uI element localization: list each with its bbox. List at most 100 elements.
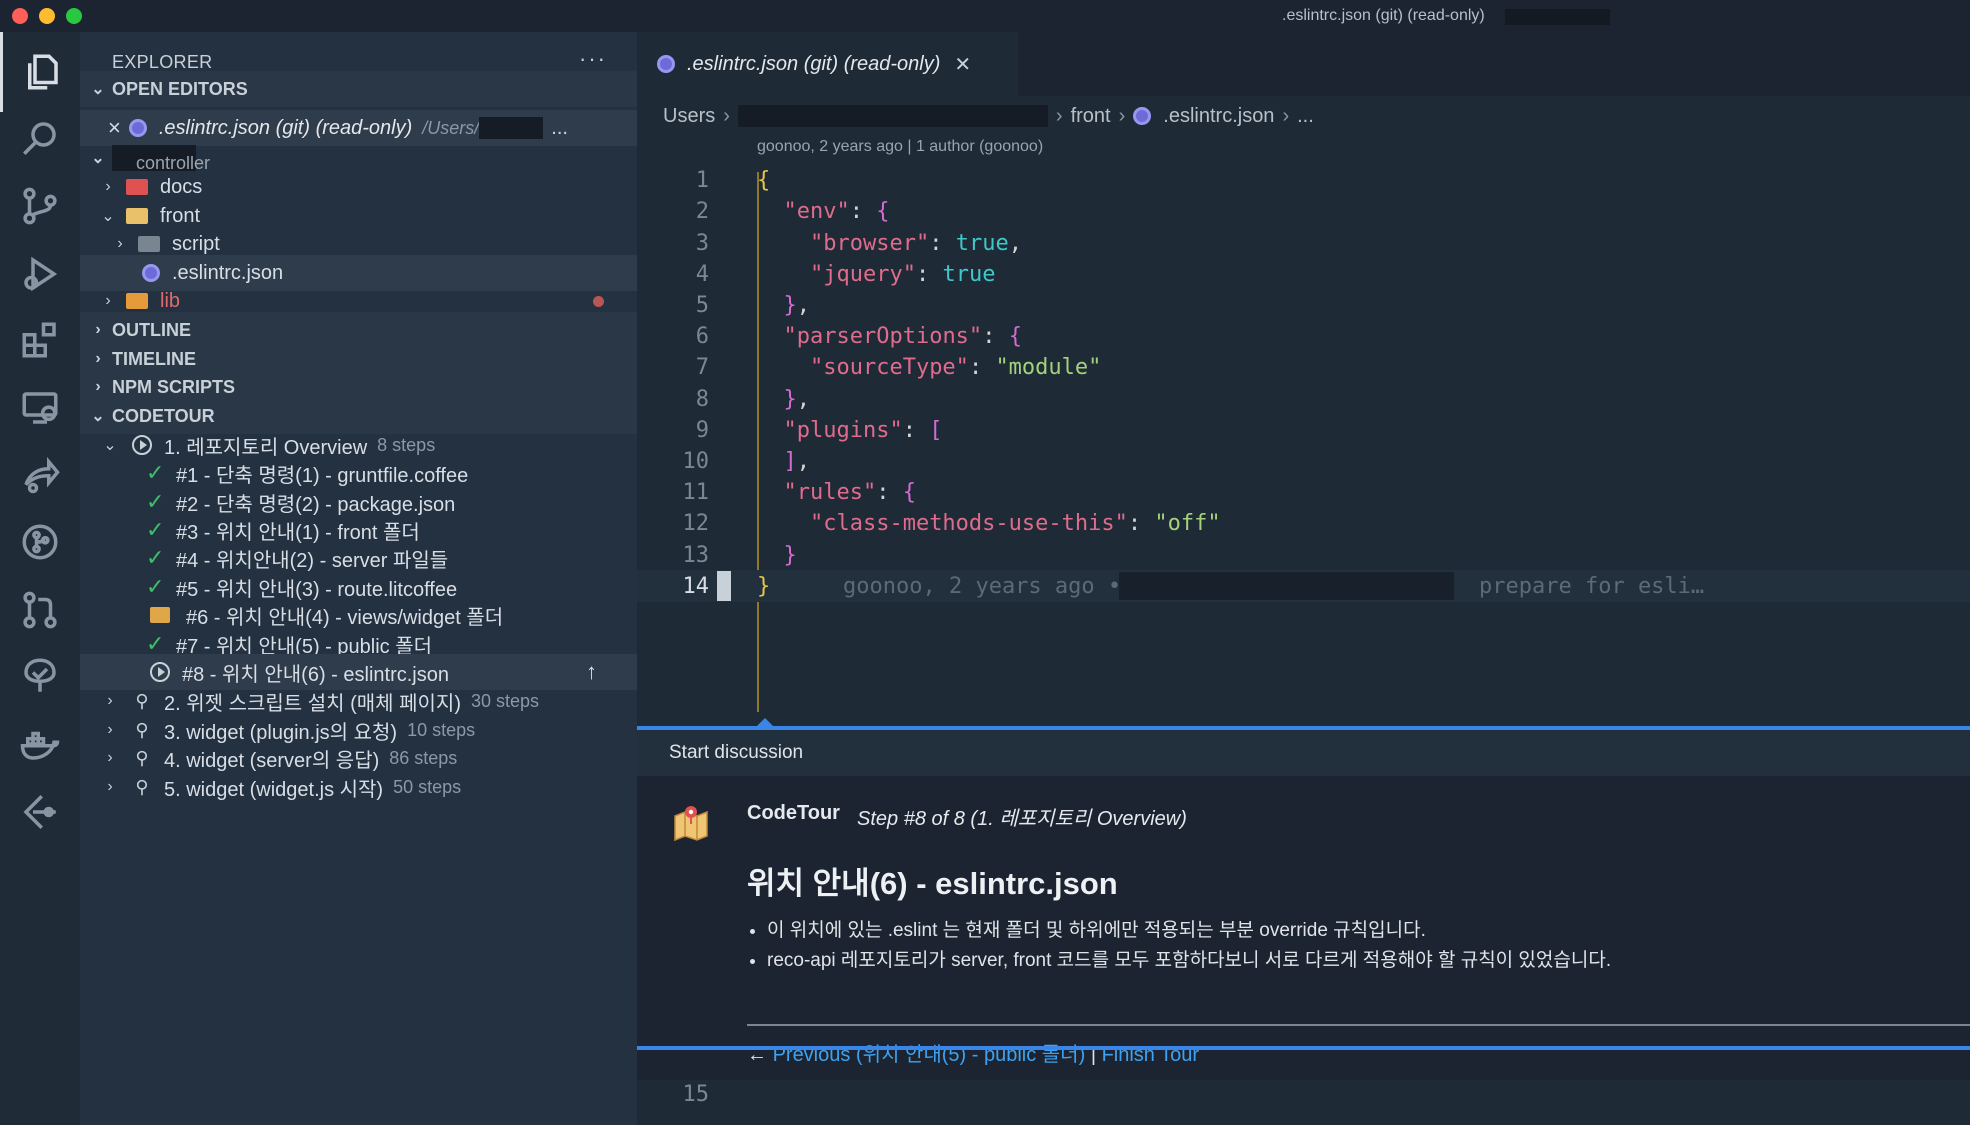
map-pin-icon: ⚲ [135,747,149,768]
breadcrumb-tail[interactable]: ... [1297,105,1314,128]
redacted-block [479,117,544,139]
open-editor-name: .eslintrc.json (git) (read-only) [158,116,413,139]
description-item: reco-api 레포지토리가 server, front 코드를 모두 포함하… [767,946,1611,976]
chevron-down-icon: ⌄ [91,81,105,98]
chevron-right-icon: › [95,350,101,367]
chevron-right-icon: › [1282,104,1290,127]
checkmark-icon: ✓ [146,460,165,485]
divider [747,1024,1970,1026]
code-line: 7 "sourceType": "module" [695,354,1102,380]
code-line: 13 } [682,542,797,568]
folder-lib-icon [126,293,148,309]
more-actions-button[interactable]: ··· [579,46,607,72]
sidebar-title: EXPLORER [112,52,213,72]
minimize-window-button[interactable] [39,8,55,24]
close-window-button[interactable] [12,8,28,24]
close-icon[interactable]: ✕ [954,52,971,77]
chevron-right-icon: › [105,292,111,309]
code-line: 5 }, [695,292,810,318]
chevron-right-icon: › [95,378,101,395]
arrow-up-icon[interactable]: ↑ [586,659,597,685]
chevron-right-icon: › [95,321,101,338]
codetour-map-icon [674,806,708,842]
code-line: 11 "rules": { [682,479,916,505]
chevron-down-icon: ⌄ [101,208,115,225]
map-pin-icon: ⚲ [135,719,149,740]
checkmark-icon: ✓ [146,545,165,570]
chevron-down-icon: ⌄ [103,437,117,454]
code-line: 6 "parserOptions": { [695,323,1022,349]
breadcrumb-file[interactable]: .eslintrc.json [1163,105,1274,128]
codetour-description: 이 위치에 있는 .eslint 는 현재 폴더 및 하위에만 적용되는 부분 … [767,916,1611,976]
eslint-icon [128,119,147,137]
folder-icon [150,607,170,623]
redacted-block [1119,572,1454,600]
redacted-block [737,105,1048,127]
code-line: 1{ [695,167,771,193]
codelens-blame[interactable]: goonoo, 2 years ago | 1 author (goonoo) [757,138,1043,156]
zoom-window-button[interactable] [66,8,82,24]
eslint-icon [1133,107,1152,125]
close-icon[interactable]: × [108,115,121,141]
peek-arrow [757,718,773,726]
code-line: 3 "browser": true, [695,230,1022,256]
editor-area: .eslintrc.json (git) (read-only) ✕ Users… [637,32,1970,1125]
open-editor-overflow: ... [551,116,568,139]
code-line: 10 ], [682,448,811,474]
code-line: 12 "class-methods-use-this": "off" [682,510,1221,536]
section-label: OPEN EDITORS [112,78,248,99]
breadcrumb-front[interactable]: front [1071,105,1111,128]
activity-bar [0,32,80,1125]
redacted-block [1505,9,1610,25]
editor-tab[interactable]: .eslintrc.json (git) (read-only) ✕ [637,32,1018,96]
chevron-right-icon: › [105,178,111,195]
description-item: 이 위치에 있는 .eslint 는 현재 폴더 및 하위에만 적용되는 부분 … [767,916,1611,946]
code-line: 2 "env": { [695,198,890,224]
gitlens-icon[interactable] [0,772,80,852]
window-title: .eslintrc.json (git) (read-only) [1282,7,1485,24]
folder-script-icon [138,236,160,252]
tab-bar: .eslintrc.json (git) (read-only) ✕ [637,32,1970,96]
inline-blame-suffix: prepare for esli… [1479,573,1705,599]
codetour-title: 위치 안내(6) - eslintrc.json [747,866,1118,901]
chevron-down-icon: ⌄ [91,408,105,425]
chevron-right-icon: › [117,235,123,252]
sidebar: EXPLORER ··· ⌄ OPEN EDITORS × .eslintrc.… [80,32,637,1125]
chevron-right-icon: › [723,104,730,127]
play-circle-icon [150,662,170,682]
eslint-icon [142,264,160,282]
code-line: 8 }, [695,386,810,412]
codetour-step: Step #8 of 8 (1. 레포지토리 Overview) [857,808,1187,830]
codetour-nav: ← Previous (위치 안내(5) - public 폴더) | Fini… [747,1038,1199,1067]
code-line: 15 [682,1081,710,1107]
inline-blame-prefix: goonoo, 2 years ago • [843,573,1122,599]
map-pin-icon: ⚲ [135,690,149,711]
open-editor-path: /Users/ [422,117,480,138]
title-bar: .eslintrc.json (git) (read-only) [0,0,1970,32]
codetour-panel: CodeTour Step #8 of 8 (1. 레포지토리 Overview… [637,776,1970,1080]
code-line-current: 14 } goonoo, 2 years ago • prepare for e… [637,570,1970,602]
chevron-right-icon: › [1055,104,1063,127]
start-discussion-label[interactable]: Start discussion [669,742,803,764]
code-line: 9 "plugins": [ [695,417,943,443]
tour-item[interactable]: › ⚲ 5. widget (widget.js 시작) 50 steps [80,769,637,805]
chevron-right-icon: › [1118,104,1126,127]
folder-docs-icon [126,179,148,195]
code-line: 4 "jquery": true [695,261,996,287]
modified-dot [593,295,604,307]
peek-header: Start discussion [637,730,1970,776]
tab-label: .eslintrc.json (git) (read-only) [687,52,941,75]
section-open-editors[interactable]: ⌄ OPEN EDITORS [80,71,637,107]
breadcrumb-users[interactable]: Users [663,105,715,128]
chevron-right-icon: › [107,778,113,795]
chevron-right-icon: › [107,749,113,766]
map-pin-icon: ⚲ [135,776,149,797]
eslint-icon [657,55,675,73]
chevron-right-icon: › [107,692,113,709]
open-editor-item[interactable]: × .eslintrc.json (git) (read-only) /User… [80,110,637,146]
chevron-right-icon: › [107,721,113,738]
codetour-author: CodeTour [747,802,840,824]
play-circle-icon [132,435,152,455]
breadcrumb: Users › › front › .eslintrc.json › ... [663,98,1314,134]
cursor-marker [717,571,731,601]
